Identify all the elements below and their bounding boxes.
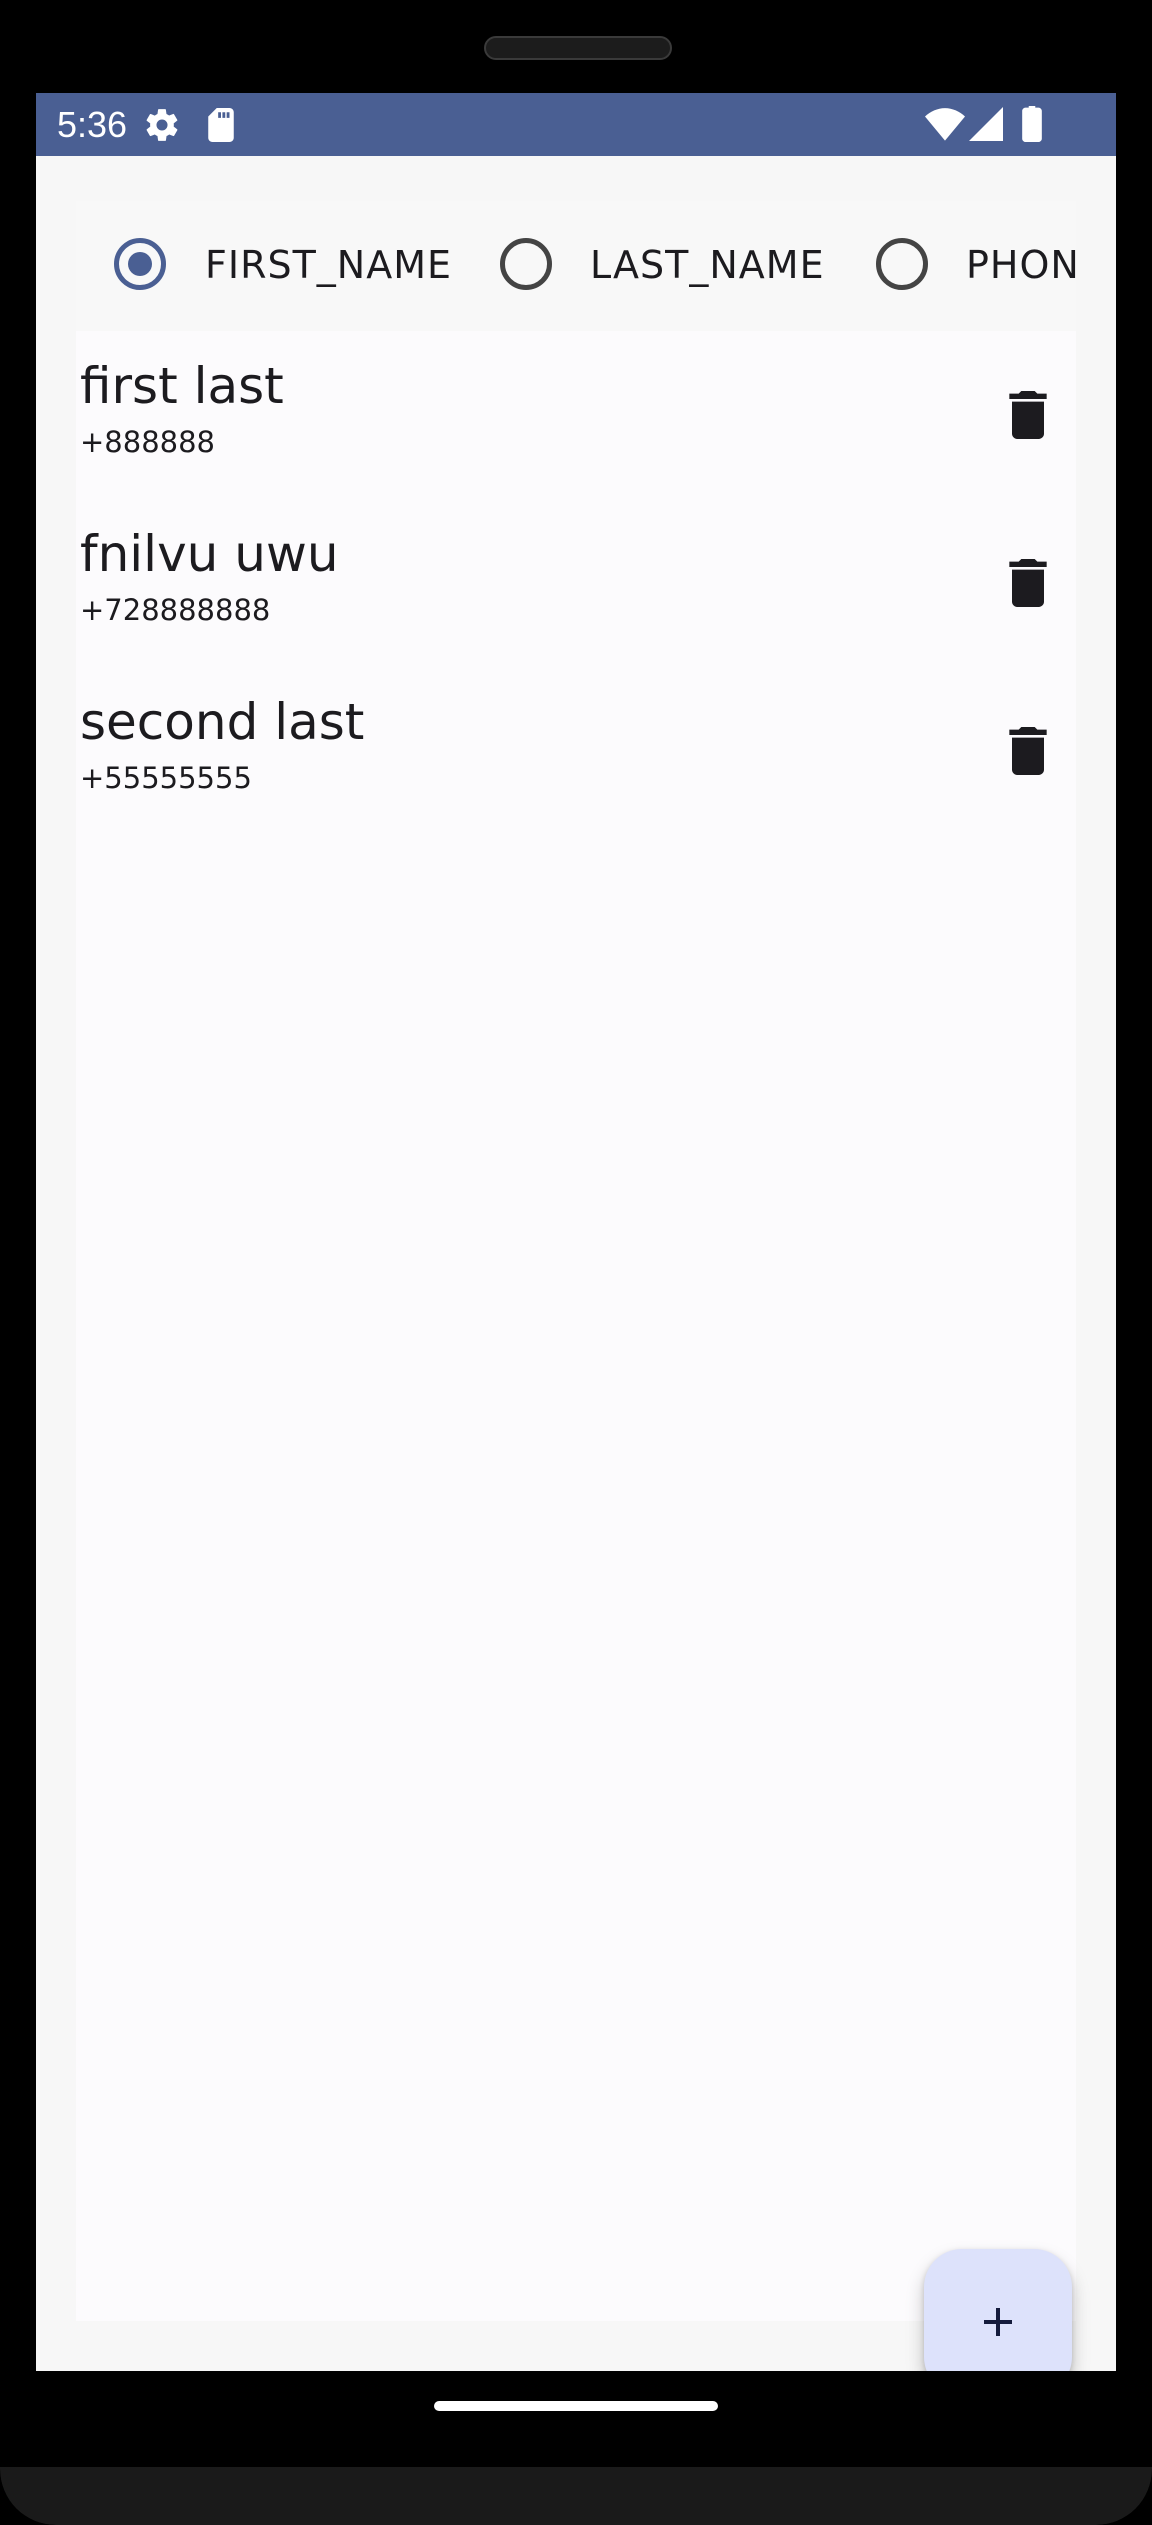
contact-item[interactable]: first last +888888 xyxy=(76,341,1076,509)
contact-item[interactable]: second last +55555555 xyxy=(76,677,1076,845)
delete-button[interactable] xyxy=(996,717,1060,785)
delete-button[interactable] xyxy=(996,549,1060,617)
sort-option-last-name[interactable]: LAST_NAME xyxy=(496,201,872,331)
status-time: 5:36 xyxy=(57,104,128,145)
radio-button[interactable] xyxy=(876,238,928,290)
sort-option-label: FIRST_NAME xyxy=(205,243,453,287)
trash-icon xyxy=(1009,391,1047,439)
settings-icon xyxy=(143,106,181,149)
radio-button[interactable] xyxy=(500,238,552,290)
status-bar: 5:36 xyxy=(36,93,1116,156)
earpiece-speaker xyxy=(484,36,672,60)
contact-list-screen: FIRST_NAME LAST_NAME PHONE first last +8… xyxy=(76,201,1076,2371)
sort-option-phone[interactable]: PHONE xyxy=(872,201,1076,331)
sd-card-icon xyxy=(206,108,236,147)
phone-chin xyxy=(0,2467,1152,2525)
contact-name: first last xyxy=(80,357,284,415)
phone-frame: 5:36 FIRST_NAME LAST_NAME PHON first las… xyxy=(0,0,1152,2525)
sort-option-label: LAST_NAME xyxy=(590,243,825,287)
sort-options-row: FIRST_NAME LAST_NAME PHONE xyxy=(76,201,1076,331)
radio-dot xyxy=(128,252,152,276)
sort-option-first-name[interactable]: FIRST_NAME xyxy=(76,201,496,331)
trash-icon xyxy=(1009,559,1047,607)
app-screen: 5:36 FIRST_NAME LAST_NAME PHON first las… xyxy=(36,93,1116,2371)
sort-option-label: PHONE xyxy=(966,243,1076,287)
radio-button-checked[interactable] xyxy=(114,238,166,290)
contact-phone: +728888888 xyxy=(80,593,271,627)
wifi-icon xyxy=(925,107,965,146)
cell-signal-icon xyxy=(969,107,1003,146)
gesture-nav-handle[interactable] xyxy=(434,2401,718,2411)
contact-phone: +55555555 xyxy=(80,761,252,795)
contact-name: fnilvu uwu xyxy=(80,525,339,583)
trash-icon xyxy=(1009,727,1047,775)
delete-button[interactable] xyxy=(996,381,1060,449)
contact-item[interactable]: fnilvu uwu +728888888 xyxy=(76,509,1076,677)
contact-phone: +888888 xyxy=(80,425,216,459)
contact-name: second last xyxy=(80,693,365,751)
battery-icon xyxy=(1022,106,1042,147)
add-contact-button[interactable] xyxy=(924,2249,1072,2371)
